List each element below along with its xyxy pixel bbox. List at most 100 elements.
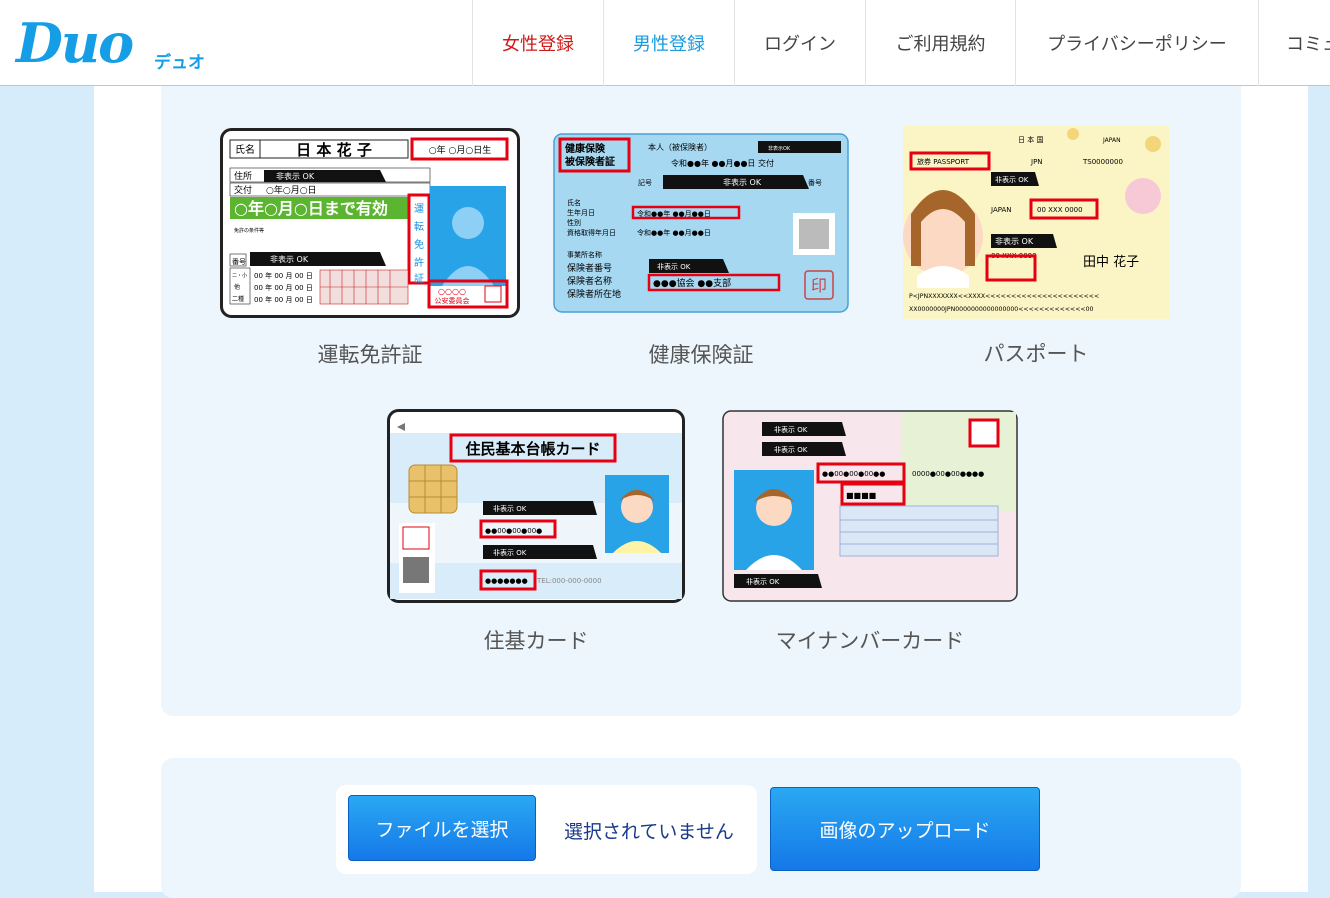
hi-dob-value: 令和●●年 ●●月●●日 [637, 209, 711, 218]
nav-female-register[interactable]: 女性登録 [472, 0, 603, 86]
hi-insurer-name-label: 保険者名称 [567, 275, 612, 287]
dl-conditions-label: 免許の条件等 [234, 227, 264, 234]
dl-vertical-title-2: 転 [414, 221, 424, 233]
main-content: 氏名 日 本 花 子 ○年 ○月○日生 住所 非表示 OK 交付 ○年○月○日 … [94, 86, 1308, 898]
dl-address-label: 住所 [234, 170, 252, 182]
hi-name-label: 氏名 [567, 198, 581, 207]
hi-issue: 令和●●年 ●●月●●日 交付 [671, 158, 774, 168]
mn-hide-ok-3: 非表示 OK [746, 577, 780, 586]
pp-hide-ok-1: 非表示 OK [995, 175, 1029, 184]
hi-title-2: 被保険者証 [565, 155, 615, 168]
hi-qualification-value: 令和●●年 ●●月●●日 [637, 228, 711, 237]
logo-text: Duo [16, 11, 134, 75]
dl-issue-label: 交付 [234, 184, 252, 196]
dl-side-label-1: 二・小 [232, 272, 247, 279]
card-juki: 住民基本台帳カード 非表示 OK ●●00●00●00● 非表示 OK ●●●●… [387, 409, 685, 653]
dl-issuer: 公安委員会 [435, 296, 470, 305]
health-insurance-image: 健康保険 被保険者証 本人（被保険者） 非表示OK 令和●●年 ●●月●●日 交… [553, 133, 849, 313]
hi-insurer-address-label: 保険者所在地 [567, 288, 621, 300]
pp-country-en: JAPAN [1102, 137, 1121, 144]
nav-privacy-policy[interactable]: プライバシーポリシー [1015, 0, 1258, 86]
main-nav: 女性登録 男性登録 ログイン ご利用規約 プライバシーポリシー コミュ [472, 0, 1330, 86]
juki-hide-ok-1: 非表示 OK [493, 504, 527, 513]
hi-employer-label: 事業所名称 [567, 250, 602, 259]
site-header: Duo デュオ 女性登録 男性登録 ログイン ご利用規約 プライバシーポリシー … [0, 0, 1330, 86]
card-mynumber: 非表示 OK 非表示 OK ●●00●00●00●● 0000●00●00●●●… [722, 410, 1018, 653]
dl-vertical-title-5: 証 [414, 272, 424, 285]
hi-hide-ok-top: 非表示OK [768, 145, 791, 152]
pp-signature: 田中 花子 [1083, 254, 1139, 270]
pp-mrz-2: XX0000000JPN0000000000000000<<<<<<<<<<<<… [909, 306, 1094, 313]
mn-number-right: 0000●00●00●●●● [912, 470, 984, 478]
upload-image-button[interactable]: 画像のアップロード [770, 787, 1040, 871]
file-input: ファイルを選択 選択されていません [336, 785, 757, 874]
pp-number: 00 XXX 0000 [1037, 206, 1083, 214]
juki-hide-ok-2: 非表示 OK [493, 548, 527, 557]
nav-community[interactable]: コミュ [1258, 0, 1330, 86]
dl-issuer-code: ○○○○ [438, 287, 466, 296]
dl-hide-ok-2: 非表示 OK [270, 254, 309, 264]
drivers-license-image: 氏名 日 本 花 子 ○年 ○月○日生 住所 非表示 OK 交付 ○年○月○日 … [220, 128, 520, 318]
card-passport: 日 本 国 JAPAN 旅券 PASSPORT JPN TS0000000 非表… [903, 126, 1169, 366]
juki-title: 住民基本台帳カード [465, 440, 600, 458]
mynumber-card-image: 非表示 OK 非表示 OK ●●00●00●00●● 0000●00●00●●●… [722, 410, 1018, 602]
card-label-drivers-license: 運転免許証 [317, 343, 423, 367]
dl-date-3: 00 年 00 月 00 日 [254, 295, 313, 304]
hi-number-label: 番号 [808, 179, 822, 187]
card-drivers-license: 氏名 日 本 花 子 ○年 ○月○日生 住所 非表示 OK 交付 ○年○月○日 … [220, 128, 520, 367]
dl-vertical-title-1: 運 [414, 203, 424, 215]
juki-tel: TEL:000-000-0000 [536, 577, 602, 585]
juki-card-image: 住民基本台帳カード 非表示 OK ●●00●00●00● 非表示 OK ●●●●… [387, 409, 685, 603]
hi-qualification-label: 資格取得年月日 [567, 228, 616, 237]
card-label-mynumber: マイナンバーカード [775, 629, 965, 653]
juki-code: ●●●●●●● [485, 577, 528, 585]
hi-sex-label: 性別 [567, 218, 581, 227]
hi-insurer-number-label: 保険者番号 [567, 262, 612, 274]
card-label-juki: 住基カード [483, 629, 589, 653]
upload-panel: ファイルを選択 選択されていません 画像のアップロード [161, 758, 1241, 898]
pp-country: 日 本 国 [1018, 135, 1043, 144]
dl-side-label-3: 二種 [232, 295, 244, 303]
card-health-insurance: 健康保険 被保険者証 本人（被保険者） 非表示OK 令和●●年 ●●月●●日 交… [553, 133, 849, 367]
hi-insurer-name-value: ●●●協会 ●●支部 [653, 277, 731, 289]
nav-login[interactable]: ログイン [734, 0, 865, 86]
pp-passport-no: TS0000000 [1082, 158, 1123, 166]
hi-dob-label: 生年月日 [567, 208, 595, 217]
mn-hide-ok-1: 非表示 OK [774, 425, 808, 434]
hi-hide-ok-2: 非表示 OK [657, 262, 691, 271]
dl-vertical-title-3: 免 [414, 238, 424, 251]
file-status-text: 選択されていません [564, 821, 734, 843]
hi-seal: 印 [811, 276, 827, 295]
juki-number: ●●00●00●00● [485, 527, 542, 535]
mn-hide-ok-2: 非表示 OK [774, 445, 808, 454]
hi-title-1: 健康保険 [565, 142, 606, 155]
dl-dob: ○年 ○月○日生 [429, 144, 491, 156]
pp-hide-ok-2: 非表示 OK [995, 236, 1034, 246]
choose-file-button[interactable]: ファイルを選択 [348, 795, 536, 861]
dl-number-label: 番号 [232, 258, 246, 266]
pp-nationality: JAPAN [990, 206, 1012, 214]
dl-hide-ok-1: 非表示 OK [276, 171, 315, 181]
dl-issue-value: ○年○月○日 [266, 184, 317, 196]
nav-terms[interactable]: ご利用規約 [865, 0, 1015, 86]
hi-hide-ok-1: 非表示 OK [723, 177, 762, 187]
id-examples-panel: 氏名 日 本 花 子 ○年 ○月○日生 住所 非表示 OK 交付 ○年○月○日 … [161, 86, 1241, 716]
dl-side-label-2: 他 [234, 283, 240, 291]
pp-type: 旅券 PASSPORT [917, 157, 970, 166]
dl-date-2: 00 年 00 月 00 日 [254, 283, 313, 292]
hi-symbol-label: 記号 [638, 178, 652, 187]
pp-mrz-1: P<JPNXXXXXXX<<XXXX<<<<<<<<<<<<<<<<<<<<<< [909, 293, 1099, 300]
nav-male-register[interactable]: 男性登録 [603, 0, 734, 86]
dl-validity: ○年○月○日まで有効 [234, 199, 388, 218]
hi-holder: 本人（被保険者） [648, 142, 712, 152]
dl-name-label: 氏名 [235, 143, 255, 156]
passport-image: 日 本 国 JAPAN 旅券 PASSPORT JPN TS0000000 非表… [903, 126, 1169, 319]
dl-date-1: 00 年 00 月 00 日 [254, 271, 313, 280]
dl-vertical-title-4: 許 [414, 256, 424, 269]
mn-code: ■■■■ [846, 491, 876, 500]
mn-number: ●●00●00●00●● [822, 470, 885, 478]
pp-code: JPN [1030, 158, 1043, 166]
card-label-passport: パスポート [983, 342, 1089, 366]
card-label-health-insurance: 健康保険証 [648, 343, 754, 367]
logo-subtext: デュオ [154, 53, 205, 73]
